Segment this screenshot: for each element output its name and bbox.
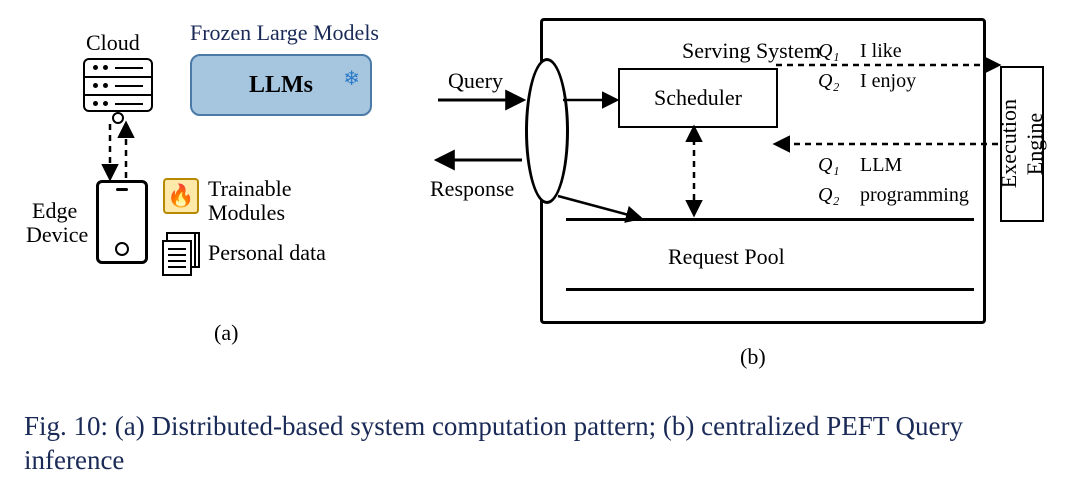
connectors-svg xyxy=(0,0,1080,502)
